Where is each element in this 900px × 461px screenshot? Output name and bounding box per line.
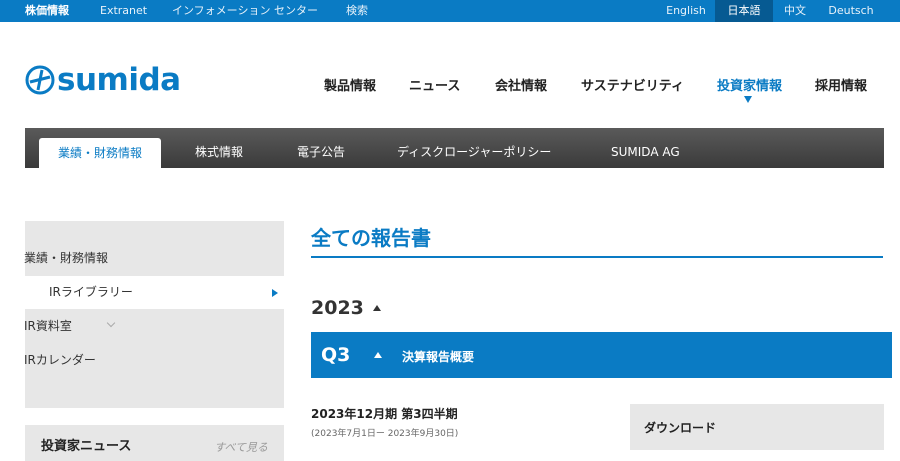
investor-news-box: 投資家ニュース すべて見る [25, 425, 284, 461]
investor-subnav: 業績・財務情報 株式情報 電子公告 ディスクロージャーポリシー SUMIDA A… [25, 128, 884, 168]
nav-sustainability[interactable]: サステナビリティ [581, 76, 684, 98]
title-divider [311, 256, 883, 258]
stock-info-link[interactable]: 株価情報 [25, 0, 69, 22]
subnav-tab-public-notice[interactable]: 電子公告 [297, 128, 345, 168]
investor-news-heading: 投資家ニュース [41, 439, 132, 454]
sidebar-item-ir-materials[interactable]: IR資料室 [24, 309, 72, 343]
subnav-tab-financial-label: 業績・財務情報 [57, 146, 142, 160]
sumida-logo-icon [25, 65, 55, 95]
active-nav-indicator-icon [744, 96, 752, 103]
download-button[interactable]: ダウンロード [630, 404, 884, 450]
information-center-link[interactable]: インフォメーション センター [172, 0, 318, 22]
quarter-accordion-header[interactable]: Q3 決算報告概要 [311, 332, 892, 378]
quarter-section-title: 決算報告概要 [402, 350, 475, 364]
lang-german[interactable]: Deutsch [822, 0, 880, 22]
sidebar-item-financial[interactable]: 業績・財務情報 [24, 241, 108, 275]
sidebar-item-ir-calendar[interactable]: IRカレンダー [24, 343, 96, 377]
nav-news[interactable]: ニュース [409, 76, 460, 98]
report-period: (2023年7月1日ー 2023年9月30日) [311, 429, 459, 439]
collapse-up-icon [374, 352, 382, 358]
extranet-link[interactable]: Extranet [100, 0, 147, 22]
page-title: 全ての報告書 [311, 226, 431, 250]
quarter-label: Q3 [321, 344, 351, 366]
search-link[interactable]: 検索 [346, 0, 368, 22]
subnav-tab-financial[interactable]: 業績・財務情報 [39, 138, 161, 168]
sumida-logo[interactable]: sumida [25, 62, 181, 102]
caret-right-icon [272, 289, 278, 297]
sidebar-item-ir-library-label: IRライブラリー [49, 285, 133, 299]
see-all-link[interactable]: すべて見る [214, 439, 268, 455]
lang-chinese[interactable]: 中文 [776, 0, 814, 22]
lang-english[interactable]: English [660, 0, 712, 22]
nav-careers[interactable]: 採用情報 [815, 76, 867, 98]
download-label: ダウンロード [644, 421, 717, 435]
logo-wordmark: sumida [57, 62, 181, 98]
nav-company[interactable]: 会社情報 [495, 76, 547, 98]
report-title: 2023年12月期 第3四半期 [311, 407, 458, 421]
utility-bar: 株価情報 Extranet インフォメーション センター 検索 English … [0, 0, 900, 22]
subnav-tab-stock[interactable]: 株式情報 [195, 128, 243, 168]
subnav-tab-disclosure-policy[interactable]: ディスクロージャーポリシー [397, 128, 551, 168]
lang-japanese[interactable]: 日本語 [715, 0, 773, 22]
subnav-tab-sumida-ag[interactable]: SUMIDA AG [611, 128, 680, 168]
sidebar-item-ir-library[interactable]: IRライブラリー [25, 276, 284, 309]
collapse-up-icon[interactable] [373, 305, 381, 311]
nav-investors[interactable]: 投資家情報 [717, 76, 782, 98]
nav-products[interactable]: 製品情報 [324, 76, 376, 98]
year-heading[interactable]: 2023 [311, 297, 364, 319]
